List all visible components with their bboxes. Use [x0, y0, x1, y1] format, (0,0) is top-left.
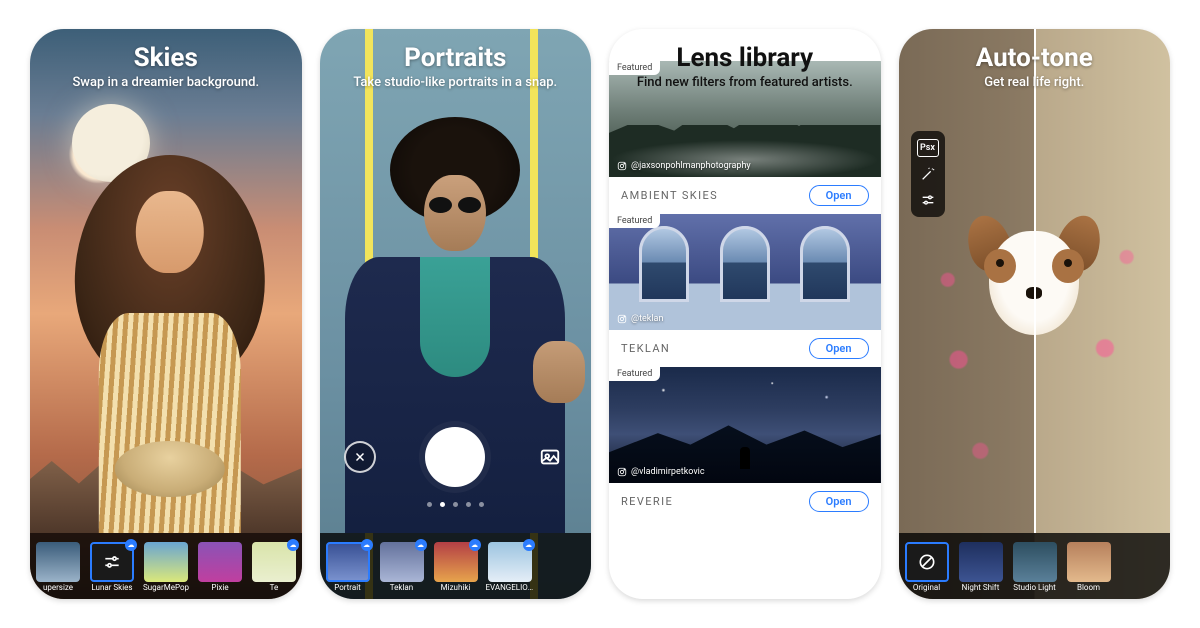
psx-tool-button[interactable]: Psx: [917, 139, 939, 157]
magic-wand-icon: [920, 166, 936, 182]
camera-controls: [320, 427, 592, 487]
credit-text: @jaxsonpohlmanphotography: [631, 161, 751, 171]
tool-sidebar: Psx: [911, 131, 945, 217]
filter-label: Mizuhiki: [432, 584, 480, 593]
screen-title: Skies: [30, 43, 302, 73]
filter-thumb-studio-light[interactable]: Studio Light: [1011, 542, 1059, 593]
filter-label: Pixie: [196, 584, 244, 593]
no-filter-icon: [917, 552, 937, 572]
pack-row: TEKLAN Open: [609, 330, 881, 367]
screen-lens-library: Lens library Find new filters from featu…: [609, 29, 881, 599]
pack-credit: @vladimirpetkovic: [617, 467, 705, 477]
instagram-icon: [617, 314, 627, 324]
compare-slider[interactable]: [1034, 29, 1036, 533]
filter-label: Original: [903, 584, 951, 593]
filter-thumb-mizuhiki[interactable]: Mizuhiki: [432, 542, 480, 593]
filter-thumb-supersize[interactable]: upersize: [34, 542, 82, 593]
image-icon: [539, 446, 561, 468]
screen-skies: Skies Swap in a dreamier background. upe…: [30, 29, 302, 599]
screen-title: Portraits: [320, 43, 592, 73]
pack-name: TEKLAN: [621, 342, 670, 355]
pack-name: REVERIE: [621, 495, 673, 508]
pack-credit: @teklan: [617, 314, 663, 324]
filter-thumb-pixie[interactable]: Pixie: [196, 542, 244, 593]
screen-portraits: Portraits Take studio-like portraits in …: [320, 29, 592, 599]
filter-thumb-teklan[interactable]: Teklan: [378, 542, 426, 593]
filter-thumb-night-shift[interactable]: Night Shift: [957, 542, 1005, 593]
sliders-icon: [102, 552, 122, 572]
filter-thumb-sugarmepop[interactable]: SugarMePop: [142, 542, 190, 593]
open-button[interactable]: Open: [809, 491, 869, 512]
filter-strip[interactable]: Original Night Shift Studio Light Bloom: [899, 533, 1171, 599]
cloud-badge-icon: [523, 539, 535, 551]
cloud-badge-icon: [415, 539, 427, 551]
screen-header: Skies Swap in a dreamier background.: [30, 43, 302, 90]
credit-text: @teklan: [631, 314, 663, 324]
pack-list[interactable]: Featured @jaxsonpohlmanphotography AMBIE…: [609, 29, 881, 599]
filter-thumb-portrait[interactable]: Portrait: [324, 542, 372, 593]
pack-row: REVERIE Open: [609, 483, 881, 520]
credit-text: @vladimirpetkovic: [631, 467, 705, 477]
screen-header: Auto-tone Get real life right.: [899, 43, 1171, 90]
screen-title: Auto-tone: [899, 43, 1171, 73]
open-button[interactable]: Open: [809, 185, 869, 206]
shutter-button[interactable]: [425, 427, 485, 487]
filter-label: upersize: [34, 584, 82, 593]
filter-label: Night Shift: [957, 584, 1005, 593]
screen-subtitle: Swap in a dreamier background.: [30, 75, 302, 90]
open-button[interactable]: Open: [809, 338, 869, 359]
screen-header: Portraits Take studio-like portraits in …: [320, 43, 592, 90]
lens-pack-card[interactable]: Featured @teklan TEKLAN Open: [609, 214, 881, 367]
filter-label: Portrait: [324, 584, 372, 593]
pack-row: AMBIENT SKIES Open: [609, 177, 881, 214]
model-graphic: [75, 133, 265, 533]
screen-title: Lens library: [609, 43, 881, 73]
filter-strip[interactable]: Portrait Teklan Mizuhiki EVANGELION.: [320, 533, 592, 599]
magic-wand-button[interactable]: [915, 161, 941, 187]
filter-label: Te: [250, 584, 298, 593]
featured-badge: Featured: [609, 214, 660, 228]
filter-thumb-partial[interactable]: Te: [250, 542, 298, 593]
adjustments-button[interactable]: [915, 187, 941, 213]
screen-auto-tone: Auto-tone Get real life right. Psx Origi…: [899, 29, 1171, 599]
sliders-icon: [920, 192, 936, 208]
filter-strip[interactable]: upersize Lunar Skies SugarMePop Pixie Te: [30, 533, 302, 599]
instagram-icon: [617, 161, 627, 171]
pack-credit: @jaxsonpohlmanphotography: [617, 161, 751, 171]
close-button[interactable]: [344, 441, 376, 473]
cloud-badge-icon: [361, 539, 373, 551]
screen-subtitle: Find new filters from featured artists.: [609, 75, 881, 90]
featured-badge: Featured: [609, 367, 660, 381]
filter-label: Studio Light: [1011, 584, 1059, 593]
filter-thumb-lunar-skies[interactable]: Lunar Skies: [88, 542, 136, 593]
sunglasses-icon: [429, 197, 481, 213]
filter-label: Bloom: [1065, 584, 1113, 593]
filter-label: Lunar Skies: [88, 584, 136, 593]
screen-header: Lens library Find new filters from featu…: [609, 43, 881, 90]
filter-thumb-evangelion[interactable]: EVANGELION.: [486, 542, 534, 593]
pack-image: Featured @teklan: [609, 214, 881, 330]
page-dots: [320, 502, 592, 507]
screen-subtitle: Get real life right.: [899, 75, 1171, 90]
filter-label: SugarMePop: [142, 584, 190, 593]
filter-label: Teklan: [378, 584, 426, 593]
gallery-button[interactable]: [534, 441, 566, 473]
cloud-badge-icon: [125, 539, 137, 551]
pack-name: AMBIENT SKIES: [621, 189, 718, 202]
close-icon: [353, 450, 367, 464]
filter-thumb-original[interactable]: Original: [903, 542, 951, 593]
pack-image: Featured @vladimirpetkovic: [609, 367, 881, 483]
lens-pack-card[interactable]: Featured @vladimirpetkovic REVERIE Open: [609, 367, 881, 520]
instagram-icon: [617, 467, 627, 477]
filter-label: EVANGELION.: [486, 584, 534, 593]
filter-thumb-bloom[interactable]: Bloom: [1065, 542, 1113, 593]
cloud-badge-icon: [469, 539, 481, 551]
screen-subtitle: Take studio-like portraits in a snap.: [320, 75, 592, 90]
cloud-badge-icon: [287, 539, 299, 551]
